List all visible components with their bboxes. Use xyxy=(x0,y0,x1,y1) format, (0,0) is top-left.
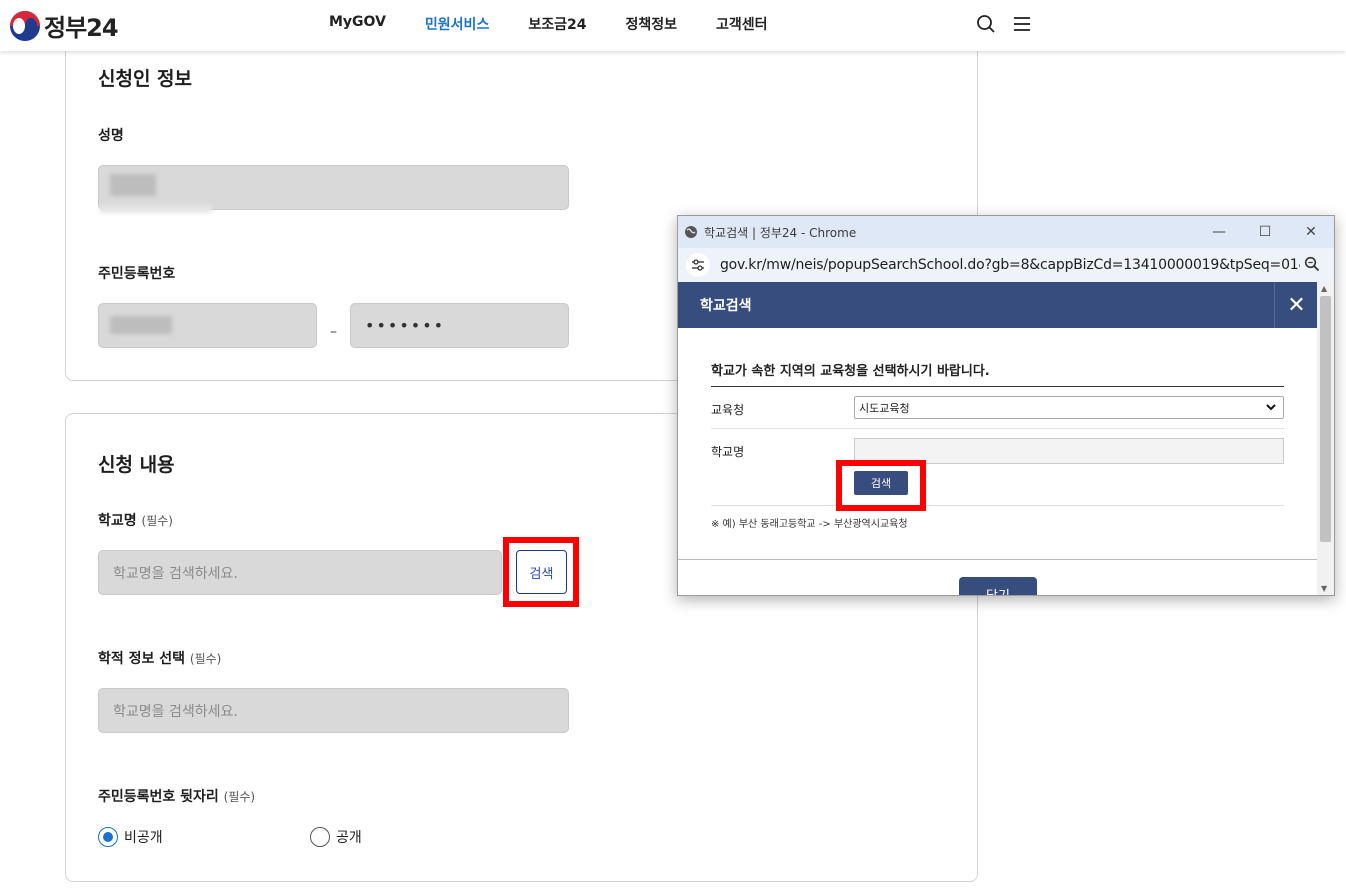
globe-icon xyxy=(685,226,697,238)
site-settings-icon[interactable] xyxy=(686,253,710,277)
office-select-value: 시도교육청 xyxy=(859,401,910,415)
school-search-popup-window: 학교검색 | 정부24 - Chrome — ☐ ✕ gov.kr/mw/nei… xyxy=(677,215,1335,596)
search-icon[interactable] xyxy=(976,14,996,34)
redacted-name xyxy=(110,174,156,196)
nav-mygov[interactable]: MyGOV xyxy=(329,14,386,34)
radio-unchecked-icon xyxy=(310,827,330,847)
popup-url: gov.kr/mw/neis/popupSearchSchool.do?gb=8… xyxy=(720,257,1300,273)
rrn-back-field[interactable]: ••••••• xyxy=(350,303,569,348)
name-field[interactable] xyxy=(98,165,569,210)
nav-subsidy24[interactable]: 보조금24 xyxy=(528,14,586,34)
dialog-title: 학교검색 xyxy=(700,298,752,314)
required-mark: (필수) xyxy=(141,514,173,528)
rrn-masked-value: ••••••• xyxy=(365,316,446,335)
record-select-placeholder: 학교명을 검색하세요. xyxy=(113,703,238,720)
dialog-example-note: ※ 예) 부산 동래고등학교 -> 부산광역시교육청 xyxy=(711,519,908,530)
main-nav: MyGOV 민원서비스 보조금24 정책정보 고객센터 xyxy=(329,14,768,34)
gov24-logo[interactable]: 정부24 xyxy=(10,8,119,43)
radio-checked-icon xyxy=(98,827,118,847)
divider xyxy=(711,386,1284,387)
dialog-header: 학교검색 ✕ xyxy=(678,282,1318,328)
record-select-input[interactable]: 학교명을 검색하세요. xyxy=(98,688,569,733)
school-name-label-text: 학교명 xyxy=(98,513,137,529)
dialog-close-icon[interactable]: ✕ xyxy=(1274,282,1318,328)
nav-civil-service[interactable]: 민원서비스 xyxy=(425,14,489,34)
site-header: 정부24 MyGOV 민원서비스 보조금24 정책정보 고객센터 xyxy=(0,0,1346,51)
zoom-icon[interactable] xyxy=(1304,256,1320,272)
school-search-button[interactable]: 검색 xyxy=(516,550,567,594)
record-select-label: 학적 정보 선택 (필수) xyxy=(98,648,221,668)
radio-public-label: 공개 xyxy=(336,830,362,846)
school-name-placeholder: 학교명을 검색하세요. xyxy=(113,565,238,582)
scrollbar-thumb[interactable] xyxy=(1320,296,1331,542)
scroll-down-icon[interactable]: ▼ xyxy=(1321,584,1327,593)
scroll-up-icon[interactable]: ▲ xyxy=(1321,284,1327,293)
required-mark: (필수) xyxy=(189,652,222,666)
popup-address-bar[interactable]: gov.kr/mw/neis/popupSearchSchool.do?gb=8… xyxy=(678,248,1334,282)
divider xyxy=(711,505,1284,506)
dialog-close-button[interactable]: 닫기 xyxy=(959,577,1037,595)
close-window-icon[interactable]: ✕ xyxy=(1288,216,1334,248)
maximize-icon[interactable]: ☐ xyxy=(1242,216,1288,248)
logo-text: 정부24 xyxy=(44,14,119,42)
required-mark: (필수) xyxy=(223,790,256,804)
radio-private[interactable]: 비공개 xyxy=(98,827,163,847)
popup-window-title: 학교검색 | 정부24 - Chrome xyxy=(704,225,857,240)
rrn-label: 주민등록번호 xyxy=(98,266,176,282)
nav-customer-center[interactable]: 고객센터 xyxy=(716,14,768,34)
rrn-back-label: 주민등록번호 뒷자리 (필수) xyxy=(98,786,255,806)
rrn-dash: – xyxy=(330,324,337,340)
redacted-name-shadow xyxy=(100,205,212,213)
nav-policy-info[interactable]: 정책정보 xyxy=(625,14,677,34)
office-select[interactable]: 시도교육청 xyxy=(854,396,1284,419)
rrn-back-label-text: 주민등록번호 뒷자리 xyxy=(98,789,219,805)
dialog-search-button[interactable]: 검색 xyxy=(854,471,908,495)
dialog-description: 학교가 속한 지역의 교육청을 선택하시기 바랍니다. xyxy=(711,364,990,379)
record-select-label-text: 학적 정보 선택 xyxy=(98,651,186,667)
dialog-school-label: 학교명 xyxy=(711,445,745,459)
taegeuk-icon xyxy=(10,10,40,41)
minimize-icon[interactable]: — xyxy=(1196,216,1242,248)
redacted-rrn xyxy=(110,316,172,334)
radio-private-label: 비공개 xyxy=(124,830,163,846)
school-name-input[interactable]: 학교명을 검색하세요. xyxy=(98,550,502,595)
menu-icon[interactable] xyxy=(1012,14,1032,34)
popup-content: 학교검색 ✕ 학교가 속한 지역의 교육청을 선택하시기 바랍니다. 교육청 시… xyxy=(678,282,1318,595)
applicant-info-title: 신청인 정보 xyxy=(98,68,193,90)
popup-titlebar[interactable]: 학교검색 | 정부24 - Chrome — ☐ ✕ xyxy=(678,216,1334,248)
office-label: 교육청 xyxy=(711,403,745,417)
chevron-down-icon xyxy=(1266,404,1276,411)
radio-public[interactable]: 공개 xyxy=(310,827,362,847)
application-details-title: 신청 내용 xyxy=(98,454,175,476)
name-label: 성명 xyxy=(98,128,124,144)
dialog-school-input[interactable] xyxy=(854,438,1284,464)
school-name-label: 학교명 (필수) xyxy=(98,510,173,530)
popup-scrollbar[interactable]: ▲ ▼ xyxy=(1317,282,1334,595)
divider xyxy=(711,428,1284,429)
dialog-form: 학교가 속한 지역의 교육청을 선택하시기 바랍니다. 교육청 시도교육청 학교… xyxy=(678,328,1318,560)
